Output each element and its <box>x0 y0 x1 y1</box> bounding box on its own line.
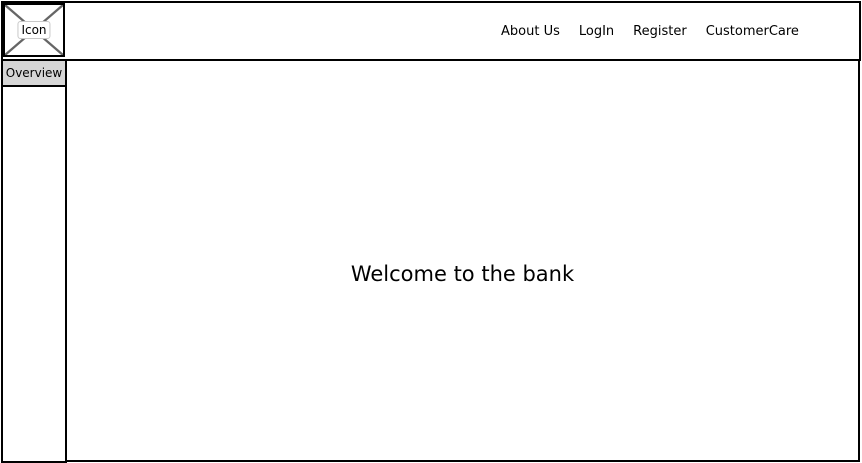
sidebar: Overview <box>1 59 67 463</box>
header-bar: About Us LogIn Register CustomerCare <box>1 1 861 61</box>
welcome-heading: Welcome to the bank <box>350 262 575 286</box>
nav-about-us-link[interactable]: About Us <box>501 23 560 41</box>
app-window: About Us LogIn Register CustomerCare Ico… <box>0 0 862 463</box>
logo-label: Icon <box>17 21 51 39</box>
nav-customer-care-link[interactable]: CustomerCare <box>706 23 799 41</box>
logo-placeholder: Icon <box>3 3 65 57</box>
nav-register-link[interactable]: Register <box>633 23 687 41</box>
main-content-panel: Welcome to the bank <box>65 59 860 462</box>
top-nav: About Us LogIn Register CustomerCare <box>501 23 799 41</box>
sidebar-item-overview[interactable]: Overview <box>3 61 65 87</box>
nav-login-link[interactable]: LogIn <box>579 23 614 41</box>
